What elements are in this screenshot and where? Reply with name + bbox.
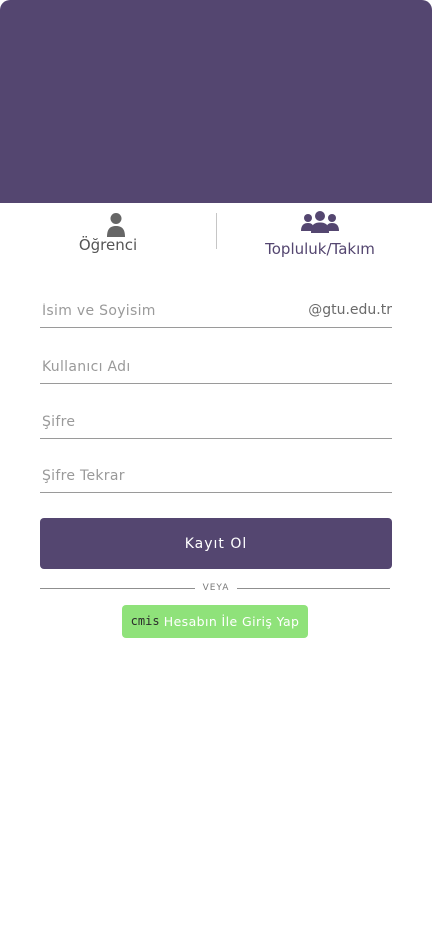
name-input[interactable]	[42, 297, 292, 325]
tab-community-label: Topluluk/Takım	[265, 240, 375, 258]
password-field	[40, 408, 392, 439]
header-banner	[0, 0, 432, 203]
email-domain-suffix: @gtu.edu.tr	[308, 302, 392, 318]
cmis-login-button[interactable]: cmis Hesabın İle Giriş Yap	[122, 605, 308, 638]
password-repeat-input[interactable]	[42, 462, 387, 490]
username-field	[40, 353, 392, 384]
tab-student[interactable]: Öğrenci	[0, 203, 216, 273]
cmis-login-label: Hesabın İle Giriş Yap	[163, 614, 300, 629]
divider-line-left	[40, 588, 195, 589]
password-input[interactable]	[42, 408, 387, 436]
username-input[interactable]	[42, 353, 387, 381]
tab-community[interactable]: Topluluk/Takım	[216, 203, 432, 273]
password-repeat-field	[40, 462, 392, 493]
tab-student-label: Öğrenci	[78, 236, 138, 254]
users-icon	[301, 211, 339, 233]
account-type-tabs: Öğrenci Topluluk/Takım	[0, 203, 432, 273]
or-divider-label: VEYA	[202, 583, 230, 593]
cmis-logo: cmis	[130, 614, 160, 628]
name-field: @gtu.edu.tr	[40, 297, 392, 328]
user-icon	[107, 213, 125, 237]
divider-line-right	[237, 588, 390, 589]
register-button[interactable]: Kayıt Ol	[40, 518, 392, 569]
